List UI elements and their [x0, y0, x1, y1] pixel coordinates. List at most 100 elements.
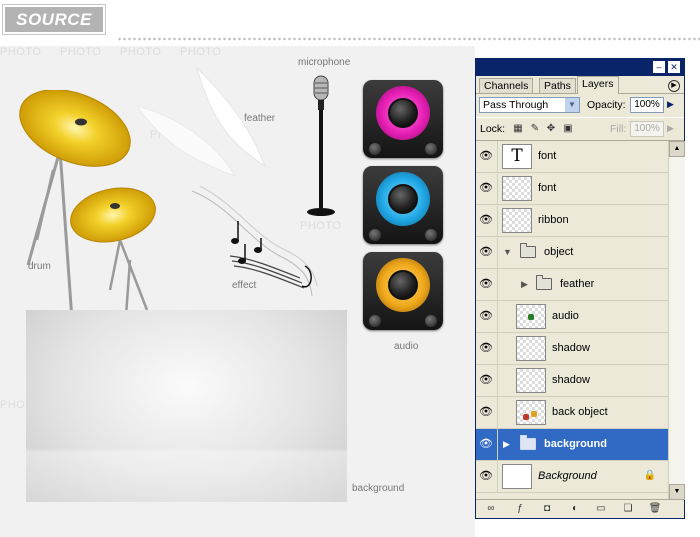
fill-label: Fill: — [610, 123, 627, 135]
layer-row-shadow[interactable]: 👁 shadow — [476, 333, 668, 365]
audio-speaker-blue — [363, 166, 443, 244]
layer-thumbnail — [516, 304, 546, 329]
panel-menu-icon[interactable]: ▶ — [668, 80, 680, 92]
layer-name: font — [538, 182, 557, 194]
eye-icon[interactable]: 👁 — [479, 406, 493, 418]
eye-icon[interactable]: 👁 — [479, 182, 493, 194]
watermark-text: PHOTO — [180, 46, 222, 58]
lock-brush-icon[interactable]: ✎ — [529, 123, 541, 135]
layer-row-shadow[interactable]: 👁 shadow — [476, 365, 668, 397]
lock-transparency-icon[interactable]: ▦ — [512, 123, 524, 135]
layer-style-icon[interactable]: ƒ — [513, 502, 527, 516]
layer-group-feather[interactable]: 👁 ▶ feather — [476, 269, 668, 301]
layers-scrollbar[interactable]: ▲ ▼ — [668, 141, 685, 500]
microphone-label: microphone — [298, 57, 351, 68]
audio-speaker-orange — [363, 252, 443, 330]
panel-tabs: Channels Paths Layers — [476, 76, 684, 94]
panel-footer: ∞ ƒ ◘ ◐ ▭ ❏ 🗑 — [476, 499, 684, 518]
layers-panel: – ✕ Channels Paths Layers ▶ Pass Through… — [475, 58, 685, 519]
layer-name: ribbon — [538, 214, 569, 226]
eye-icon[interactable]: 👁 — [479, 150, 493, 162]
source-badge: SOURCE — [2, 4, 106, 35]
layer-group-background[interactable]: 👁 ▶ background — [476, 429, 668, 461]
panel-titlebar[interactable]: – ✕ — [476, 59, 684, 76]
collapse-triangle-icon[interactable]: ▶ — [521, 279, 528, 290]
eye-icon[interactable]: 👁 — [479, 246, 493, 258]
layer-thumbnail — [516, 368, 546, 393]
audio-label: audio — [394, 341, 419, 352]
lock-icon: 🔒 — [643, 470, 656, 481]
collapse-triangle-icon[interactable]: ▶ — [503, 439, 510, 450]
folder-icon — [520, 435, 536, 450]
layer-thumbnail — [502, 464, 532, 489]
trash-icon[interactable]: 🗑 — [648, 502, 662, 516]
layer-name: object — [544, 246, 574, 258]
watermark-text: PHOTO — [60, 46, 102, 58]
layer-name: background — [544, 438, 607, 450]
tab-channels[interactable]: Channels — [479, 78, 534, 93]
expand-triangle-icon[interactable]: ▼ — [503, 247, 512, 257]
layer-row-font-text[interactable]: 👁 T font — [476, 141, 668, 173]
layer-name: shadow — [552, 342, 590, 354]
effect-label: effect — [232, 280, 257, 291]
tab-layers[interactable]: Layers — [577, 76, 619, 94]
layer-thumbnail — [502, 176, 532, 201]
eye-icon[interactable]: 👁 — [479, 374, 493, 386]
background-label: background — [352, 483, 405, 494]
layer-name: feather — [560, 278, 595, 290]
opacity-input[interactable]: 100% — [630, 97, 664, 113]
opacity-label: Opacity: — [587, 99, 626, 111]
eye-icon[interactable]: 👁 — [479, 214, 493, 226]
eye-icon[interactable]: 👁 — [479, 278, 493, 290]
document-canvas[interactable]: PHOTO PHOTO PHOTO PHOTO PHOTO PHOTO PHOT… — [0, 46, 475, 537]
eye-icon[interactable]: 👁 — [479, 342, 493, 354]
blend-mode-select[interactable]: Pass Through ▼ — [479, 97, 580, 113]
link-layers-icon[interactable]: ∞ — [484, 502, 498, 516]
close-button[interactable]: ✕ — [668, 61, 680, 73]
layer-row-audio[interactable]: 👁 audio — [476, 301, 668, 333]
layer-row-font[interactable]: 👁 font — [476, 173, 668, 205]
lock-move-icon[interactable]: ✥ — [545, 123, 557, 135]
layer-name: font — [538, 150, 557, 162]
tab-paths[interactable]: Paths — [539, 78, 576, 93]
dotted-divider — [117, 37, 700, 41]
blend-options-row: Pass Through ▼ Opacity: 100% ▶ — [476, 94, 684, 116]
eye-icon[interactable]: 👁 — [479, 438, 493, 450]
folder-icon — [520, 243, 536, 258]
layer-name: audio — [552, 310, 579, 322]
new-group-icon[interactable]: ▭ — [594, 502, 608, 516]
lock-row: Lock: ▦ ✎ ✥ ▣ Fill: 100% ▶ — [476, 117, 684, 141]
layer-row-background[interactable]: 👁 Background 🔒 — [476, 461, 668, 493]
lock-all-icon[interactable]: ▣ — [562, 123, 574, 135]
background-stage-image — [26, 310, 347, 502]
feather-illustration — [135, 66, 267, 177]
lock-label: Lock: — [480, 123, 506, 135]
watermark-text: PHOTO — [0, 46, 42, 58]
layers-list: 👁 T font 👁 font 👁 ribbon 👁 ▼ object 👁 ▶ … — [476, 141, 668, 493]
layer-thumbnail — [516, 400, 546, 425]
layer-thumbnail — [502, 208, 532, 233]
chevron-down-icon[interactable]: ▼ — [565, 98, 579, 112]
watermark-text: PHOTO — [120, 46, 162, 58]
fill-input[interactable]: 100% — [630, 121, 664, 137]
eye-icon[interactable]: 👁 — [479, 310, 493, 322]
minimize-button[interactable]: – — [653, 61, 665, 73]
blend-mode-value: Pass Through — [483, 99, 549, 111]
fill-slider-arrow-icon[interactable]: ▶ — [667, 123, 674, 134]
layer-row-ribbon[interactable]: 👁 ribbon — [476, 205, 668, 237]
adjustment-layer-icon[interactable]: ◐ — [568, 502, 582, 516]
scroll-up-icon[interactable]: ▲ — [669, 141, 685, 157]
text-layer-thumbnail: T — [502, 144, 532, 169]
layer-name: Background — [538, 470, 597, 482]
eye-icon[interactable]: 👁 — [479, 470, 493, 482]
drum-label: drum — [28, 261, 51, 272]
opacity-slider-arrow-icon[interactable]: ▶ — [667, 99, 674, 110]
new-layer-icon[interactable]: ❏ — [621, 502, 635, 516]
layer-group-object[interactable]: 👁 ▼ object — [476, 237, 668, 269]
scroll-down-icon[interactable]: ▼ — [669, 484, 685, 500]
layer-name: shadow — [552, 374, 590, 386]
audio-speaker-magenta — [363, 80, 443, 158]
layer-thumbnail — [516, 336, 546, 361]
layer-row-back-object[interactable]: 👁 back object — [476, 397, 668, 429]
layer-mask-icon[interactable]: ◘ — [540, 502, 554, 516]
